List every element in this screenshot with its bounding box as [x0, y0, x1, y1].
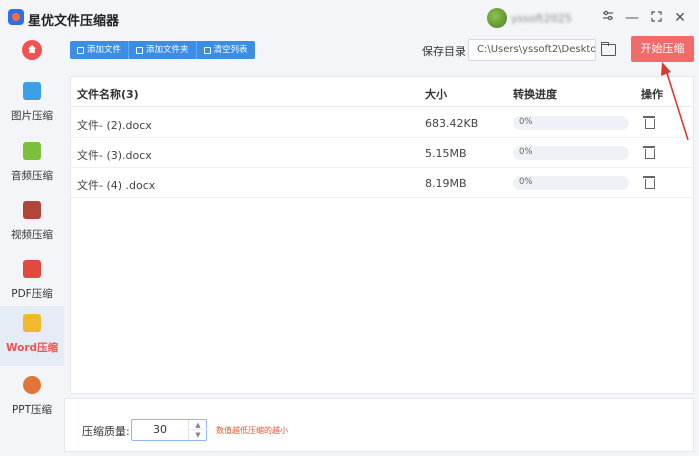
annotation-arrow [661, 62, 689, 141]
